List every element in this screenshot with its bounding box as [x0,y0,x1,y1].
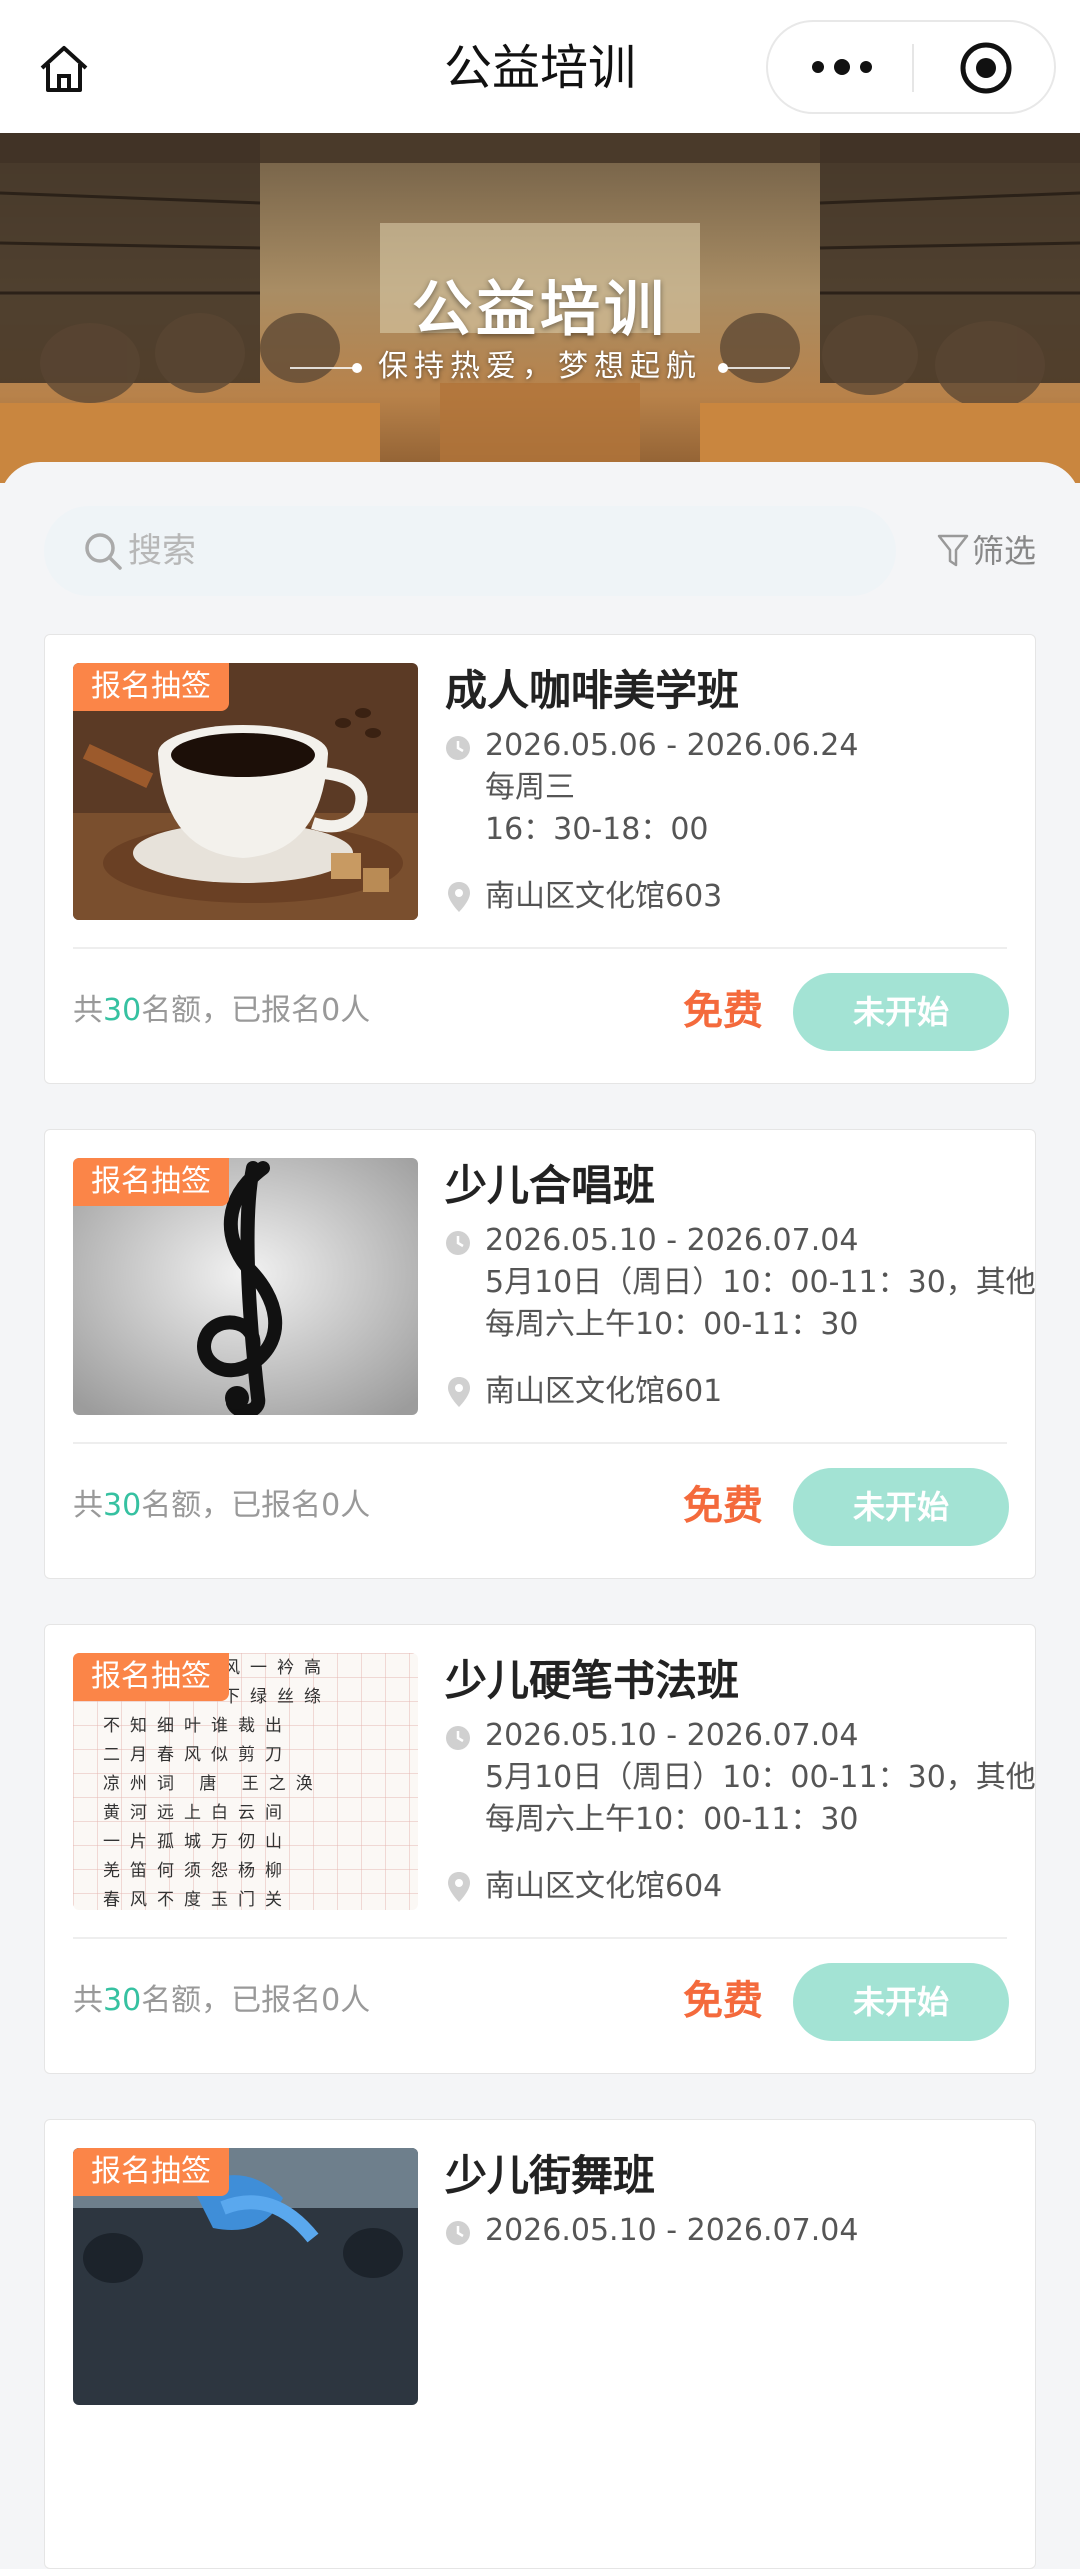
course-card[interactable]: 报名抽签 少儿合唱班 2026.05.10 - 2026.07.04 5月10日… [44,1129,1036,1579]
filter-label: 筛选 [972,532,1037,570]
schedule-line: 每周六上午10：00-11：30 [485,1307,859,1342]
lottery-tag: 报名抽签 [73,1158,229,1206]
banner-subtitle: 保持热爱，梦想起航 [0,341,1080,385]
banner-divider-right [718,362,790,373]
search-placeholder: 搜索 [128,531,196,571]
status-button[interactable]: 未开始 [793,973,1009,1051]
calligraphy-line: 二月春风似剪刀 [103,1745,292,1765]
course-list-panel: 搜索 筛选 报名抽签 成人咖啡美学班 2026.05.06 - 2026.06.… [0,462,1080,2569]
clock-icon [446,736,470,760]
card-divider [73,1442,1007,1444]
status-button[interactable]: 未开始 [793,1468,1009,1546]
hero-banner: 公益培训 保持热爱，梦想起航 [0,133,1080,483]
course-location: 南山区文化馆604 [485,1869,723,1904]
schedule-line: 每周六上午10：00-11：30 [485,1802,859,1837]
location-pin-icon [448,882,470,912]
course-card[interactable]: 报名抽签 少儿街舞班 2026.05.10 - 2026.07.04 [44,2119,1036,2569]
price-label: 免费 [683,988,763,1034]
clock-icon [446,2221,470,2245]
banner-subtitle-text: 保持热爱，梦想起航 [378,349,702,384]
calligraphy-line: 羌笛何须怨杨柳 [103,1861,292,1881]
clock-icon [446,1726,470,1750]
schedule-line: 5月10日（周日）10：00-11：30，其他 [485,1265,1036,1300]
course-schedule: 2026.05.10 - 2026.07.04 [485,2210,858,2252]
location-pin-icon [448,1872,470,1902]
course-title[interactable]: 少儿街舞班 [445,2148,655,2204]
location-pin-icon [448,1377,470,1407]
course-schedule: 2026.05.10 - 2026.07.04 5月10日（周日）10：00-1… [485,1220,1036,1346]
schedule-line: 每周三 [485,770,575,805]
price-label: 免费 [683,1483,763,1529]
quota-count: 30 [103,1488,142,1523]
card-divider [73,947,1007,949]
calligraphy-line: 一片孤城万仞山 [103,1832,292,1852]
date-range: 2026.05.10 - 2026.07.04 [485,2213,859,2248]
calligraphy-line: 风一衿高 [223,1658,331,1678]
calligraphy-line: 黄河远上白云间 [103,1803,292,1823]
course-schedule: 2026.05.06 - 2026.06.24 每周三 16：30-18：00 [485,725,858,851]
course-title[interactable]: 少儿合唱班 [445,1158,655,1214]
course-title[interactable]: 少儿硬笔书法班 [445,1653,739,1709]
schedule-line: 16：30-18：00 [485,812,709,847]
course-card[interactable]: 报名抽签 成人咖啡美学班 2026.05.06 - 2026.06.24 每周三… [44,634,1036,1084]
date-range: 2026.05.06 - 2026.06.24 [485,728,859,763]
quota-info: 共30名额，已报名0人 [73,1983,371,2018]
calligraphy-line: 下绿丝绦 [223,1687,331,1707]
course-location: 南山区文化馆601 [485,1374,723,1409]
filter-icon [937,534,969,567]
lottery-tag: 报名抽签 [73,1653,229,1701]
course-thumbnail[interactable]: 风一衿高下绿丝绦不知细叶谁裁出 二月春风似剪刀凉州词 唐 王之涣 黄河远上白云间 一片… [73,1653,418,1910]
more-options-icon[interactable] [802,42,882,92]
calligraphy-line: 凉州词 唐 王之涣 [103,1773,323,1794]
status-button[interactable]: 未开始 [793,1963,1009,2041]
search-input[interactable]: 搜索 [44,506,896,596]
capsule-divider [912,44,914,92]
date-range: 2026.05.10 - 2026.07.04 [485,1223,859,1258]
course-thumbnail[interactable]: 报名抽签 [73,2148,418,2405]
quota-count: 30 [103,993,142,1028]
course-location: 南山区文化馆603 [485,879,723,914]
quota-info: 共30名额，已报名0人 [73,993,371,1028]
price-label: 免费 [683,1978,763,2024]
quota-info: 共30名额，已报名0人 [73,1488,371,1523]
nav-bar: 公益培训 [0,0,1080,133]
course-thumbnail[interactable]: 报名抽签 [73,663,418,920]
calligraphy-line: 不知细叶谁裁出 [103,1716,292,1736]
mini-program-capsule [766,20,1056,114]
search-icon [85,533,122,570]
course-title[interactable]: 成人咖啡美学班 [445,663,739,719]
schedule-line: 5月10日（周日）10：00-11：30，其他 [485,1760,1036,1795]
lottery-tag: 报名抽签 [73,2148,229,2196]
course-thumbnail[interactable]: 报名抽签 [73,1158,418,1415]
quota-count: 30 [103,1983,142,2018]
calligraphy-line: 春风不度玉门关 [103,1890,292,1910]
banner-divider-left [290,362,362,373]
banner-title: 公益培训 [412,275,668,345]
course-schedule: 2026.05.10 - 2026.07.04 5月10日（周日）10：00-1… [485,1715,1036,1841]
lottery-tag: 报名抽签 [73,663,229,711]
course-card[interactable]: 风一衿高下绿丝绦不知细叶谁裁出 二月春风似剪刀凉州词 唐 王之涣 黄河远上白云间 一片… [44,1624,1036,2074]
date-range: 2026.05.10 - 2026.07.04 [485,1718,859,1753]
card-divider [73,1937,1007,1939]
close-mini-program-icon[interactable] [958,40,1014,96]
clock-icon [446,1231,470,1255]
